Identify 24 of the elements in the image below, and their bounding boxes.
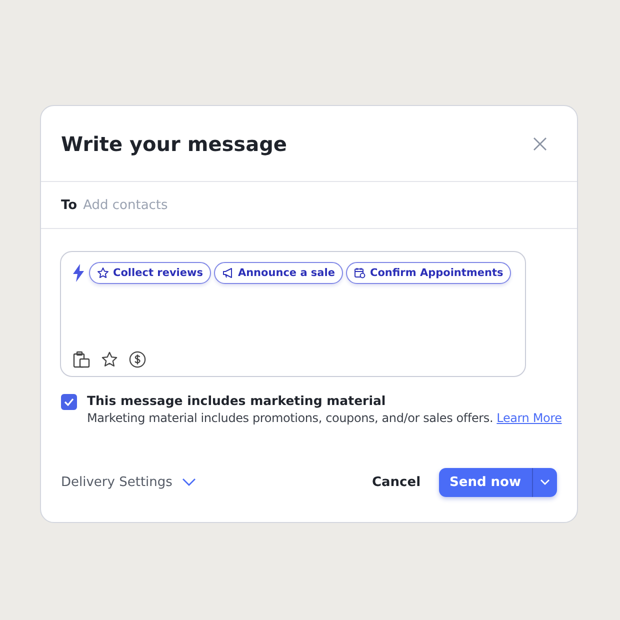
clipboard-icon[interactable] <box>73 351 90 368</box>
template-chip[interactable]: Announce a sale <box>214 262 343 284</box>
dollar-icon[interactable] <box>129 351 146 368</box>
caret-icon <box>182 478 196 486</box>
check-icon <box>64 398 74 406</box>
template-chip[interactable]: Collect reviews <box>89 262 211 284</box>
dialog-title: Write your message <box>61 132 287 156</box>
star-icon <box>97 267 109 279</box>
checkbox-label: This message includes marketing material <box>87 393 387 408</box>
lightning-icon <box>73 264 84 282</box>
send-now-button[interactable]: Send now <box>438 468 533 496</box>
message-field[interactable]: Collect reviews Announce a sale Confirm Appointments <box>60 251 526 377</box>
marketing-note: Marketing material includes promotions, coupons, and/or sales offers. Learn More <box>87 411 562 425</box>
caret-icon[interactable] <box>533 468 557 496</box>
cancel-button[interactable]: Cancel <box>372 474 421 490</box>
delivery-settings-dropdown[interactable]: Delivery Settings <box>61 474 196 490</box>
to-label: To <box>61 198 78 212</box>
marketing-checkbox[interactable] <box>61 394 77 410</box>
learn-more-link[interactable]: Learn More <box>496 411 562 425</box>
star-icon[interactable] <box>101 351 118 368</box>
megaphone-icon <box>222 267 234 279</box>
calendar-icon <box>354 267 366 279</box>
template-chip[interactable]: Confirm Appointments <box>346 262 512 284</box>
close-icon[interactable] <box>531 134 549 152</box>
